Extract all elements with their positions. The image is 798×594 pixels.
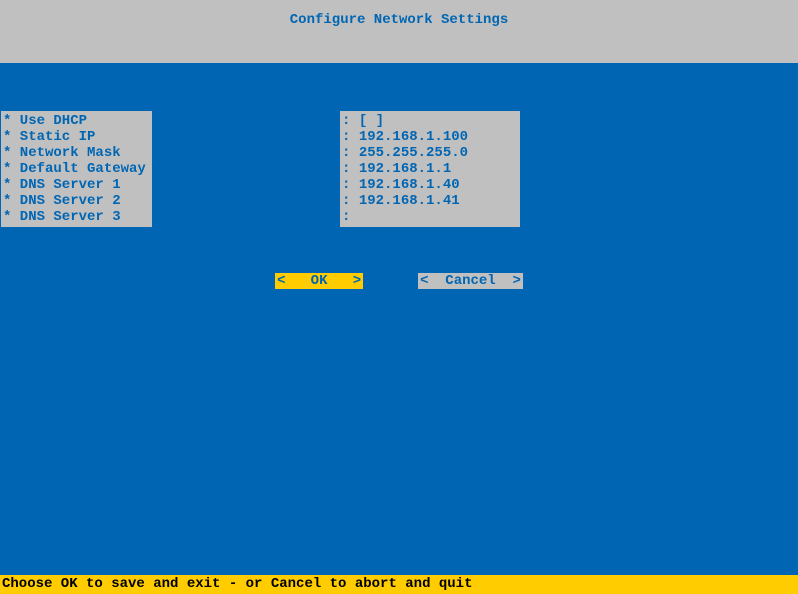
header: Configure Network Settings — [0, 0, 798, 63]
main-area: * Use DHCP * Static IP * Network Mask * … — [0, 63, 798, 575]
label-dns-server-2: * DNS Server 2 — [3, 193, 146, 209]
value-dns-server-3[interactable]: : — [342, 209, 514, 225]
field-labels-box: * Use DHCP * Static IP * Network Mask * … — [1, 111, 152, 227]
label-dns-server-3: * DNS Server 3 — [3, 209, 146, 225]
footer-hint: Choose OK to save and exit - or Cancel t… — [0, 575, 798, 594]
value-dns-server-1[interactable]: : 192.168.1.40 — [342, 177, 514, 193]
field-values-box: : [ ] : 192.168.1.100 : 255.255.255.0 : … — [340, 111, 520, 227]
value-use-dhcp[interactable]: : [ ] — [342, 113, 514, 129]
value-network-mask[interactable]: : 255.255.255.0 — [342, 145, 514, 161]
label-default-gateway: * Default Gateway — [3, 161, 146, 177]
cancel-button[interactable]: < Cancel > — [418, 273, 523, 289]
value-dns-server-2[interactable]: : 192.168.1.41 — [342, 193, 514, 209]
label-dns-server-1: * DNS Server 1 — [3, 177, 146, 193]
label-static-ip: * Static IP — [3, 129, 146, 145]
label-network-mask: * Network Mask — [3, 145, 146, 161]
ok-button[interactable]: < OK > — [275, 273, 363, 289]
label-use-dhcp: * Use DHCP — [3, 113, 146, 129]
value-default-gateway[interactable]: : 192.168.1.1 — [342, 161, 514, 177]
value-static-ip[interactable]: : 192.168.1.100 — [342, 129, 514, 145]
page-title: Configure Network Settings — [290, 12, 508, 28]
button-row: < OK > < Cancel > — [0, 273, 798, 289]
